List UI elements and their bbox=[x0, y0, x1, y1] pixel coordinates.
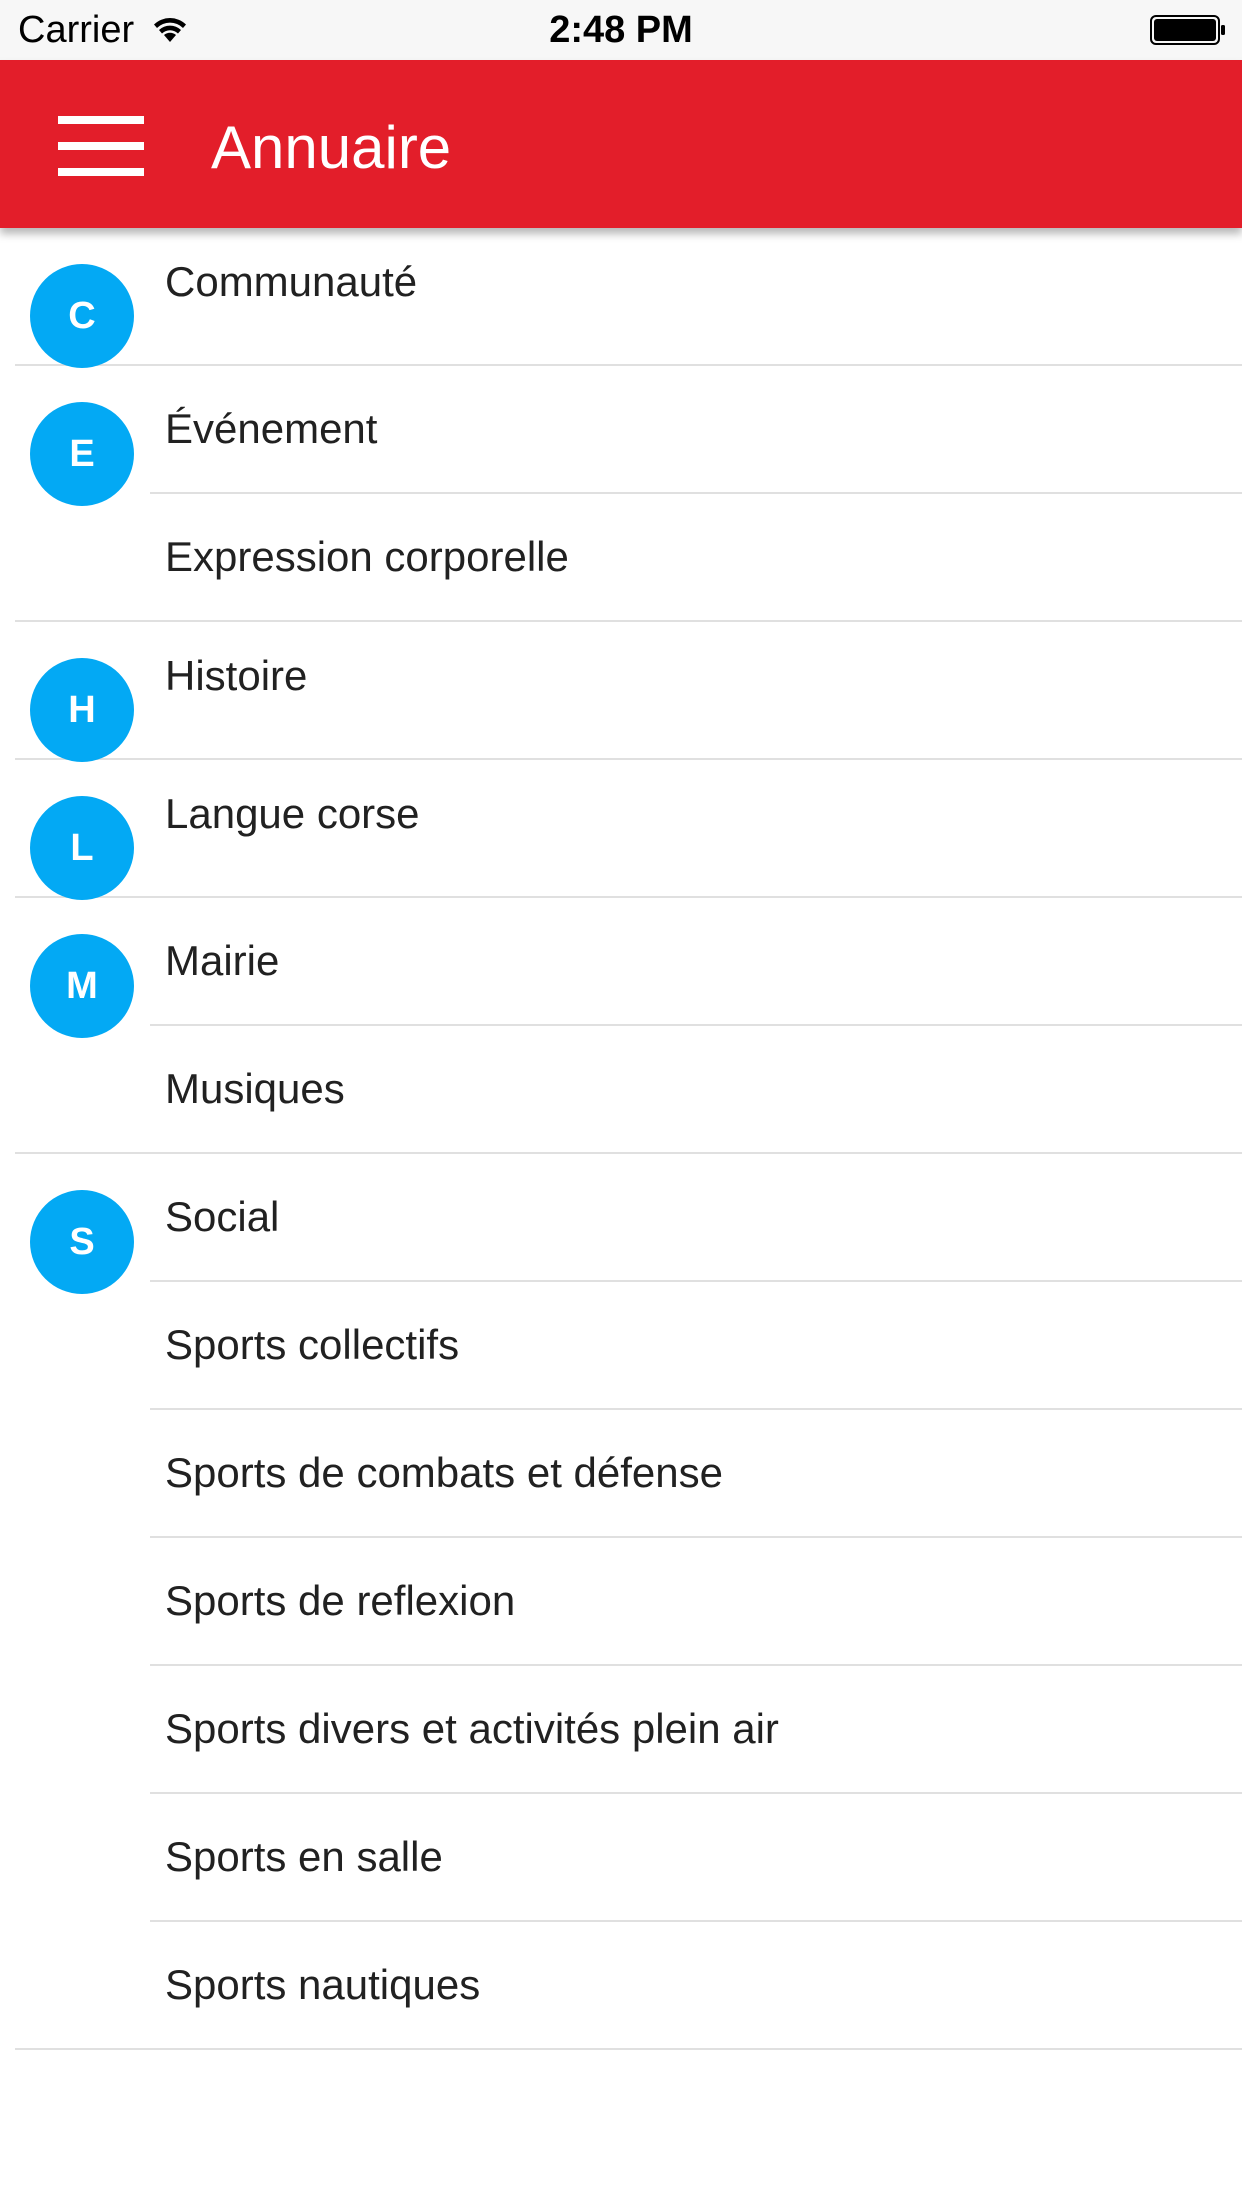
list-item-label: Sports nautiques bbox=[165, 1961, 481, 2008]
menu-button[interactable] bbox=[40, 100, 150, 190]
directory-list: C Communauté E Événement Expression corporel… bbox=[0, 228, 1242, 2050]
list-item[interactable]: Sports nautiques bbox=[150, 1922, 1242, 2048]
list-item-label: Sports de reflexion bbox=[165, 1577, 516, 1624]
list-item[interactable]: Communauté bbox=[150, 228, 1242, 364]
list-item-label: Sports divers et activités plein air bbox=[165, 1705, 779, 1752]
list-item[interactable]: Langue corse bbox=[150, 760, 1242, 896]
list-group-c: C Communauté bbox=[15, 228, 1242, 368]
letter-avatar: H bbox=[30, 658, 134, 762]
letter-avatar: S bbox=[30, 1190, 134, 1294]
app-bar: Annuaire bbox=[0, 60, 1242, 228]
list-group-e: E Événement Expression corporelle bbox=[15, 366, 1242, 622]
page-title: Annuaire bbox=[211, 114, 452, 181]
list-item[interactable]: Mairie bbox=[150, 898, 1242, 1026]
letter-avatar: C bbox=[30, 264, 134, 368]
list-item-label: Expression corporelle bbox=[165, 533, 569, 580]
list-group-m: M Mairie Musiques bbox=[15, 898, 1242, 1154]
list-item[interactable]: Histoire bbox=[150, 622, 1242, 758]
list-item[interactable]: Sports de reflexion bbox=[150, 1538, 1242, 1666]
battery-full-icon bbox=[1150, 15, 1225, 45]
list-item-label: Événement bbox=[165, 405, 378, 452]
letter-avatar: L bbox=[30, 796, 134, 900]
list-item-label: Mairie bbox=[165, 937, 280, 984]
hamburger-menu-icon bbox=[58, 114, 144, 176]
list-item[interactable]: Musiques bbox=[150, 1026, 1242, 1152]
list-group-l: L Langue corse bbox=[15, 760, 1242, 900]
list-item[interactable]: Événement bbox=[150, 366, 1242, 494]
list-group-s: S Social Sports collectifs Sports de combat… bbox=[15, 1154, 1242, 2050]
list-item[interactable]: Sports de combats et défense bbox=[150, 1410, 1242, 1538]
list-item[interactable]: Expression corporelle bbox=[150, 494, 1242, 620]
list-item-label: Social bbox=[165, 1193, 280, 1240]
list-item-label: Musiques bbox=[165, 1065, 345, 1112]
list-item-label: Communauté bbox=[165, 258, 418, 305]
status-bar: Carrier 2:48 PM bbox=[0, 0, 1242, 60]
letter-avatar: E bbox=[30, 402, 134, 506]
list-item-label: Sports de combats et défense bbox=[165, 1449, 723, 1496]
clock: 2:48 PM bbox=[549, 9, 693, 51]
list-item[interactable]: Sports en salle bbox=[150, 1794, 1242, 1922]
list-item-label: Langue corse bbox=[165, 790, 420, 837]
list-item-label: Histoire bbox=[165, 652, 308, 699]
list-group-h: H Histoire bbox=[15, 622, 1242, 762]
list-item[interactable]: Social bbox=[150, 1154, 1242, 1282]
list-item-label: Sports collectifs bbox=[165, 1321, 460, 1368]
list-item[interactable]: Sports collectifs bbox=[150, 1282, 1242, 1410]
letter-avatar: M bbox=[30, 934, 134, 1038]
list-item[interactable]: Sports divers et activités plein air bbox=[150, 1666, 1242, 1794]
list-item-label: Sports en salle bbox=[165, 1833, 443, 1880]
